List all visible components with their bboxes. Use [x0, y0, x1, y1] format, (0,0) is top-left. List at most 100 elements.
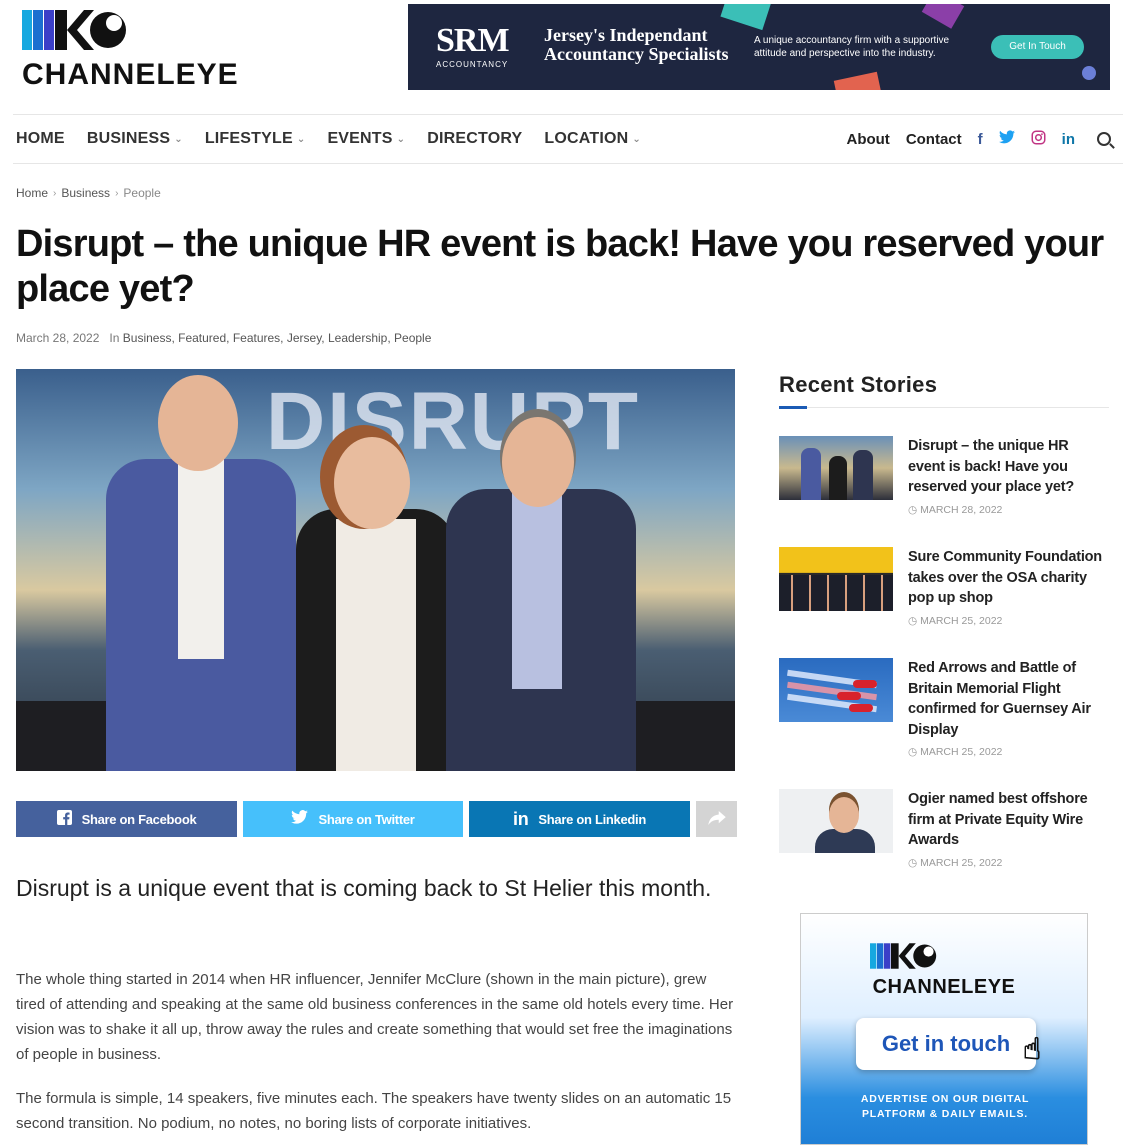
recent-story[interactable]: Red Arrows and Battle of Britain Memoria…	[779, 658, 1109, 768]
chevron-right-icon: ›	[53, 187, 57, 199]
linkedin-icon: in	[513, 808, 529, 829]
twitter-icon	[291, 810, 309, 828]
story-date-text: MARCH 25, 2022	[920, 746, 1003, 758]
share-arrow-icon	[707, 809, 726, 830]
recent-story[interactable]: Disrupt – the unique HR event is back! H…	[779, 436, 1109, 526]
chevron-down-icon: ⌄	[396, 133, 406, 145]
logo-mark-icon	[870, 943, 937, 969]
site-logo[interactable]: CHANNELEYE	[22, 8, 262, 98]
story-title[interactable]: Sure Community Foundation takes over the…	[908, 547, 1108, 609]
recent-story[interactable]: Ogier named best offshore firm at Privat…	[779, 789, 1109, 879]
ad-cta-button[interactable]: Get In Touch	[991, 35, 1084, 59]
story-date-text: MARCH 28, 2022	[920, 504, 1003, 516]
nav-item-label: EVENTS	[327, 130, 393, 147]
site-header: CHANNELEYE SRM ACCOUNTANCY Jersey's Inde…	[0, 0, 1127, 112]
linkedin-icon[interactable]: in	[1062, 131, 1075, 148]
header-ad-banner[interactable]: SRM ACCOUNTANCY Jersey's Independant Acc…	[408, 4, 1110, 90]
about-link[interactable]: About	[846, 131, 889, 148]
ad-headline: Jersey's Independant Accountancy Special…	[544, 25, 729, 64]
sidebar-title: Recent Stories	[779, 372, 938, 397]
story-date-text: MARCH 25, 2022	[920, 615, 1003, 627]
nav-item-label: HOME	[16, 130, 65, 147]
clock-icon: ◷	[908, 857, 918, 869]
nav-item-business[interactable]: BUSINESS ⌄	[87, 130, 183, 148]
nav-item-label: LOCATION	[544, 130, 629, 147]
story-title[interactable]: Red Arrows and Battle of Britain Memoria…	[908, 658, 1108, 740]
story-thumbnail[interactable]	[779, 789, 893, 853]
article-title: Disrupt – the unique HR event is back! H…	[16, 223, 1104, 310]
article-categories[interactable]: Business, Featured, Features, Jersey, Le…	[123, 331, 432, 345]
share-facebook-button[interactable]: Share on Facebook	[16, 801, 237, 837]
facebook-icon	[56, 809, 72, 829]
nav-item-location[interactable]: LOCATION ⌄	[544, 130, 641, 148]
chevron-down-icon: ⌄	[632, 133, 641, 145]
chevron-down-icon: ⌄	[296, 133, 306, 145]
story-thumbnail[interactable]	[779, 547, 893, 611]
facebook-icon[interactable]: f	[978, 131, 983, 148]
ad-copy: A unique accountancy firm with a support…	[754, 35, 950, 59]
article-paragraph: The whole thing started in 2014 when HR …	[16, 971, 734, 1063]
breadcrumb-business[interactable]: Business	[61, 186, 110, 200]
clock-icon: ◷	[908, 615, 918, 627]
article-date: March 28, 2022	[16, 331, 100, 345]
story-title[interactable]: Ogier named best offshore firm at Privat…	[908, 789, 1108, 851]
ad-decoration	[1082, 66, 1096, 80]
story-thumbnail[interactable]	[779, 658, 893, 722]
clock-icon: ◷	[908, 746, 918, 758]
nav-item-home[interactable]: HOME	[16, 130, 65, 148]
breadcrumb: Home › Business › People	[16, 186, 161, 200]
share-bar: Share on Facebook Share on Twitter in Sh…	[16, 801, 737, 837]
hero-person-right	[436, 369, 646, 771]
story-date-text: MARCH 25, 2022	[920, 857, 1003, 869]
nav-item-events[interactable]: EVENTS ⌄	[327, 130, 405, 148]
story-title[interactable]: Disrupt – the unique HR event is back! H…	[908, 436, 1108, 498]
breadcrumb-current[interactable]: People	[123, 186, 160, 200]
article-meta: March 28, 2022 In Business, Featured, Fe…	[16, 331, 431, 345]
logo-text: CHANNELEYE	[22, 58, 239, 91]
story-date: ◷ MARCH 25, 2022	[908, 615, 1002, 627]
sidebar-header: Recent Stories	[779, 372, 1109, 409]
share-twitter-button[interactable]: Share on Twitter	[243, 801, 463, 837]
share-facebook-label: Share on Facebook	[81, 811, 197, 827]
nav-utility: About Contact f in	[846, 115, 1111, 163]
instagram-icon[interactable]	[1031, 130, 1046, 149]
side-ad-cta-button[interactable]: Get in touch	[856, 1018, 1036, 1070]
nav-item-lifestyle[interactable]: LIFESTYLE ⌄	[205, 130, 306, 148]
ad-brand: SRM	[436, 22, 510, 59]
chevron-right-icon: ›	[115, 187, 119, 199]
article-paragraph: The formula is simple, 14 speakers, five…	[16, 1090, 732, 1132]
nav-item-label: DIRECTORY	[427, 130, 523, 147]
pointer-hand-icon: ☝	[1022, 1033, 1042, 1067]
nav-menu: HOME BUSINESS ⌄ LIFESTYLE ⌄ EVENTS ⌄ DIRECT…	[16, 115, 641, 163]
nav-item-label: LIFESTYLE	[204, 130, 293, 147]
side-ad-copy: ADVERTISE ON OUR DIGITAL PLATFORM & DAIL…	[860, 1093, 1030, 1120]
clock-icon: ◷	[908, 504, 918, 516]
logo-mark-icon	[22, 10, 126, 50]
article-in-label: In	[109, 331, 120, 345]
side-ad-logo-text: CHANNELEYE	[872, 976, 1016, 998]
hero-person-left	[96, 369, 316, 771]
ad-decoration	[921, 4, 965, 29]
breadcrumb-home[interactable]: Home	[16, 186, 48, 200]
story-date: ◷ MARCH 28, 2022	[908, 504, 1002, 516]
share-more-button[interactable]	[696, 801, 737, 837]
ad-decoration	[833, 71, 883, 90]
article-lead: Disrupt is a unique event that is coming…	[16, 875, 712, 901]
nav-item-label: BUSINESS	[86, 130, 171, 147]
ad-brand-sub: ACCOUNTANCY	[436, 60, 509, 69]
main-nav: HOME BUSINESS ⌄ LIFESTYLE ⌄ EVENTS ⌄ DIRECT…	[13, 114, 1123, 164]
story-date: ◷ MARCH 25, 2022	[908, 857, 1002, 869]
recent-story[interactable]: Sure Community Foundation takes over the…	[779, 547, 1109, 637]
share-linkedin-button[interactable]: in Share on Linkedin	[469, 801, 690, 837]
share-linkedin-label: Share on Linkedin	[538, 811, 646, 827]
story-thumbnail[interactable]	[779, 436, 893, 500]
sidebar-ad[interactable]: CHANNELEYE Get in touch ☝ ADVERTISE ON O…	[800, 913, 1088, 1145]
search-icon[interactable]	[1097, 132, 1111, 146]
contact-link[interactable]: Contact	[906, 131, 962, 148]
story-date: ◷ MARCH 25, 2022	[908, 746, 1002, 758]
chevron-down-icon: ⌄	[174, 133, 183, 145]
share-twitter-label: Share on Twitter	[318, 811, 415, 827]
twitter-icon[interactable]	[998, 130, 1015, 148]
nav-item-directory[interactable]: DIRECTORY	[427, 130, 522, 148]
hero-image: DISRUPT	[16, 369, 735, 771]
